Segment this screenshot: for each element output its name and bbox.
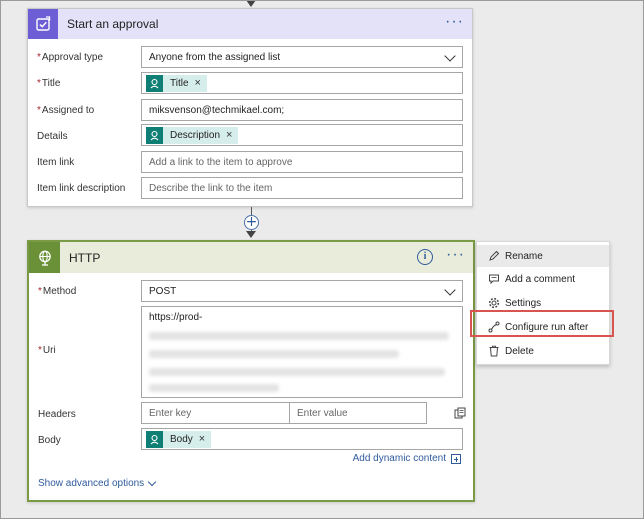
sharepoint-icon — [146, 430, 163, 448]
item-link-input[interactable]: Add a link to the item to approve — [141, 151, 463, 173]
gear-icon — [488, 297, 500, 309]
uri-value: https://prod- — [149, 312, 203, 323]
menu-item-add-comment[interactable]: Add a comment — [477, 268, 609, 290]
body-token-label: Body — [170, 433, 193, 445]
title-label: *Title — [37, 78, 60, 89]
title-token-label: Title — [170, 77, 189, 89]
header-key-placeholder: Enter key — [149, 407, 192, 419]
chevron-down-icon — [444, 50, 456, 62]
add-dynamic-content-link[interactable]: Add dynamic content — [353, 453, 461, 464]
sharepoint-icon — [146, 74, 163, 92]
sharepoint-icon — [146, 126, 163, 144]
info-icon[interactable]: i — [417, 249, 433, 265]
header-key-input[interactable]: Enter key — [141, 402, 290, 424]
uri-label-text: Uri — [42, 345, 56, 356]
http-more-button[interactable]: ··· — [446, 247, 465, 263]
add-step-icon[interactable]: + — [244, 215, 259, 230]
globe-icon — [29, 242, 60, 273]
approval-type-label-text: Approval type — [41, 52, 104, 63]
required-mark: * — [37, 52, 41, 63]
uri-obscured-line — [149, 332, 449, 340]
chevron-down-icon — [147, 477, 157, 487]
approval-card: Start an approval ··· *Approval type Any… — [27, 8, 473, 207]
http-card: HTTP i ··· *Method POST *Uri https://pro… — [27, 240, 475, 502]
close-icon[interactable]: × — [226, 129, 232, 141]
item-link-description-placeholder: Describe the link to the item — [149, 182, 273, 194]
assigned-label: *Assigned to — [37, 105, 94, 116]
http-card-header[interactable]: HTTP i ··· — [29, 242, 473, 273]
menu-item-delete-label: Delete — [505, 345, 534, 357]
title-token[interactable]: Title × — [146, 74, 207, 92]
item-link-description-label: Item link description — [37, 183, 126, 194]
required-mark: * — [38, 345, 42, 356]
uri-obscured-line — [149, 384, 279, 392]
menu-item-rename[interactable]: Rename — [477, 245, 609, 267]
menu-item-settings[interactable]: Settings — [477, 292, 609, 314]
chevron-down-icon — [444, 284, 456, 296]
body-token[interactable]: Body × — [146, 430, 212, 448]
close-icon[interactable]: × — [199, 433, 205, 445]
approval-card-header[interactable]: Start an approval ··· — [28, 9, 472, 39]
body-field[interactable]: Body × — [141, 428, 463, 450]
approval-icon — [28, 9, 58, 39]
rename-icon — [488, 250, 500, 262]
uri-obscured-line — [149, 368, 445, 376]
approval-type-select[interactable]: Anyone from the assigned list — [141, 46, 463, 68]
run-after-icon — [488, 321, 500, 333]
menu-item-configure-run-after-label: Configure run after — [505, 321, 589, 333]
show-advanced-options-link[interactable]: Show advanced options — [38, 477, 157, 489]
method-select[interactable]: POST — [141, 280, 463, 302]
assigned-label-text: Assigned to — [41, 105, 95, 116]
title-label-text: Title — [41, 78, 61, 89]
close-icon[interactable]: × — [195, 77, 201, 89]
description-token[interactable]: Description × — [146, 126, 239, 144]
header-value-input[interactable]: Enter value — [289, 402, 427, 424]
menu-item-configure-run-after[interactable]: Configure run after — [477, 316, 609, 338]
details-label: Details — [37, 131, 68, 142]
menu-item-add-comment-label: Add a comment — [505, 273, 576, 285]
item-link-placeholder: Add a link to the item to approve — [149, 156, 293, 168]
approval-type-value: Anyone from the assigned list — [149, 51, 281, 63]
comment-icon — [488, 273, 500, 285]
connector-arrow-middle — [246, 231, 256, 238]
body-label: Body — [38, 435, 61, 446]
connector-arrow-top — [246, 0, 256, 7]
show-advanced-options-label: Show advanced options — [38, 478, 145, 489]
headers-label: Headers — [38, 409, 76, 420]
trash-icon — [488, 345, 500, 357]
menu-item-settings-label: Settings — [505, 297, 542, 309]
item-link-description-input[interactable]: Describe the link to the item — [141, 177, 463, 199]
title-field[interactable]: Title × — [141, 72, 463, 94]
header-value-placeholder: Enter value — [297, 407, 348, 419]
required-mark: * — [37, 105, 41, 116]
required-mark: * — [37, 78, 41, 89]
approval-more-button[interactable]: ··· — [445, 14, 464, 30]
add-dynamic-content-label: Add dynamic content — [352, 453, 446, 464]
item-link-label: Item link — [37, 157, 75, 168]
assigned-to-value: miksvenson@techmikael.com; — [149, 104, 285, 116]
approval-card-title: Start an approval — [67, 17, 159, 31]
assigned-to-field[interactable]: miksvenson@techmikael.com; — [141, 99, 463, 121]
details-field[interactable]: Description × — [141, 124, 463, 146]
uri-obscured-line — [149, 350, 399, 358]
http-card-title: HTTP — [69, 250, 101, 265]
description-token-label: Description — [170, 129, 221, 141]
menu-item-rename-label: Rename — [505, 250, 543, 262]
method-label: *Method — [38, 286, 76, 297]
action-context-menu: Rename Add a comment Settings Configure … — [476, 241, 610, 365]
copy-icon[interactable] — [454, 407, 466, 419]
uri-input[interactable]: https://prod- — [141, 306, 463, 398]
add-content-icon — [451, 453, 461, 464]
menu-item-delete[interactable]: Delete — [477, 340, 609, 362]
approval-type-label: *Approval type — [37, 52, 103, 63]
required-mark: * — [38, 286, 42, 297]
method-value: POST — [149, 285, 177, 297]
method-label-text: Method — [42, 286, 77, 297]
uri-label: *Uri — [38, 345, 56, 356]
